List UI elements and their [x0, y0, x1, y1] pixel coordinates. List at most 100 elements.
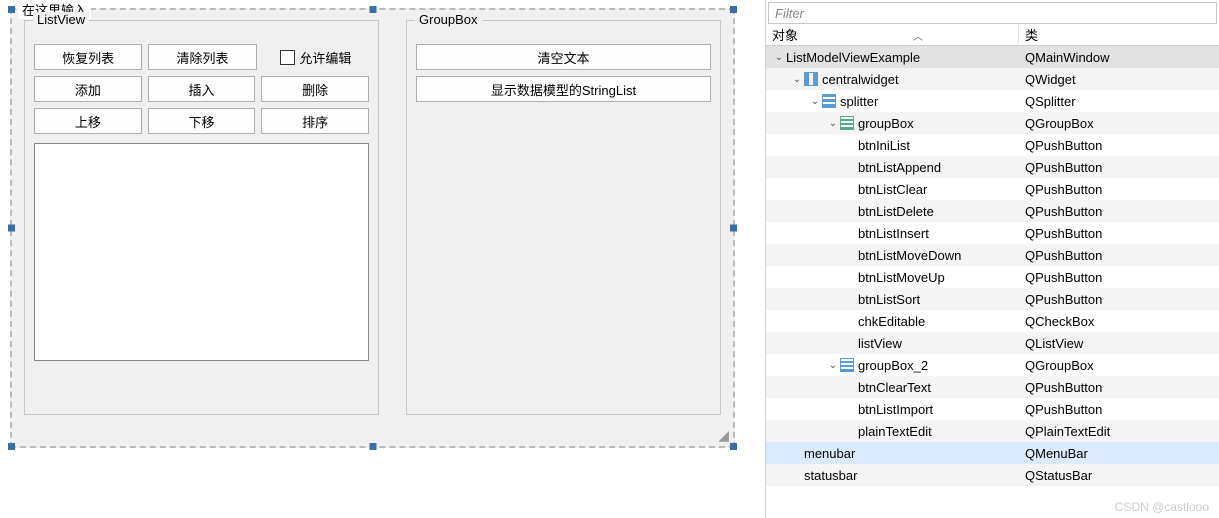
resize-handle[interactable]	[730, 6, 737, 13]
tree-header: 对象 ︿ 类	[766, 24, 1219, 46]
tree-row[interactable]: chkEditable QCheckBox	[766, 310, 1219, 332]
class-name: QPushButton	[1019, 380, 1219, 395]
tree-row[interactable]: btnListClear QPushButton	[766, 178, 1219, 200]
chk-editable-wrap[interactable]: 允许编辑	[263, 44, 369, 70]
expander-icon[interactable]: ⌄	[828, 360, 838, 371]
resize-handle[interactable]	[8, 443, 15, 450]
header-object[interactable]: 对象 ︿	[766, 25, 1019, 44]
class-name: QGroupBox	[1019, 358, 1219, 373]
object-name: statusbar	[804, 468, 857, 483]
tree-row[interactable]: btnListSort QPushButton	[766, 288, 1219, 310]
class-name: QPushButton	[1019, 402, 1219, 417]
grid-icon	[840, 116, 854, 130]
btn-restore-list[interactable]: 恢复列表	[34, 44, 142, 70]
object-name: plainTextEdit	[858, 424, 932, 439]
btn-delete[interactable]: 删除	[261, 76, 369, 102]
expander-icon[interactable]: ⌄	[774, 52, 784, 63]
object-name: btnListDelete	[858, 204, 934, 219]
chk-editable-label: 允许编辑	[299, 48, 351, 67]
object-name: ListModelViewExample	[786, 50, 920, 65]
class-name: QMenuBar	[1019, 446, 1219, 461]
class-name: QPushButton	[1019, 182, 1219, 197]
object-name: chkEditable	[858, 314, 925, 329]
checkbox-icon[interactable]	[280, 50, 295, 65]
class-name: QMainWindow	[1019, 50, 1219, 65]
groupbox-right-title: GroupBox	[415, 12, 482, 27]
tree-row[interactable]: btnListDelete QPushButton	[766, 200, 1219, 222]
object-name: listView	[858, 336, 902, 351]
groupbox-right[interactable]: GroupBox 清空文本 显示数据模型的StringList	[406, 20, 721, 415]
tree-row[interactable]: btnListInsert QPushButton	[766, 222, 1219, 244]
btn-move-down[interactable]: 下移	[148, 108, 256, 134]
object-name: btnListMoveUp	[858, 270, 945, 285]
btn-insert[interactable]: 插入	[148, 76, 256, 102]
tree-row[interactable]: ⌄ splitter QSplitter	[766, 90, 1219, 112]
tree-row[interactable]: listView QListView	[766, 332, 1219, 354]
object-tree[interactable]: ⌄ListModelViewExampleQMainWindow⌄central…	[766, 46, 1219, 518]
groupbox-listview[interactable]: ListView 恢复列表 清除列表 允许编辑 添加 插入 删除 上移 下移 排…	[24, 20, 379, 415]
header-class[interactable]: 类	[1019, 25, 1219, 44]
class-name: QPushButton	[1019, 226, 1219, 241]
tree-row[interactable]: ⌄ListModelViewExample QMainWindow	[766, 46, 1219, 68]
btn-clear-list[interactable]: 清除列表	[148, 44, 256, 70]
resize-handle[interactable]	[730, 225, 737, 232]
tree-row[interactable]: btnListMoveUpQPushButton	[766, 266, 1219, 288]
tree-row[interactable]: ⌄centralwidgetQWidget	[766, 68, 1219, 90]
lines-icon	[840, 358, 854, 372]
object-name: btnListAppend	[858, 160, 941, 175]
resize-handle[interactable]	[369, 443, 376, 450]
tree-row[interactable]: ⌄ groupBox_2 QGroupBox	[766, 354, 1219, 376]
class-name: QPushButton	[1019, 160, 1219, 175]
expander-icon[interactable]: ⌄	[810, 96, 820, 107]
btn-add[interactable]: 添加	[34, 76, 142, 102]
resize-handle[interactable]	[369, 6, 376, 13]
class-name: QPushButton	[1019, 204, 1219, 219]
expander-icon[interactable]: ⌄	[828, 118, 838, 129]
layout-icon	[804, 72, 818, 86]
object-name: groupBox_2	[858, 358, 928, 373]
object-name: btnListSort	[858, 292, 920, 307]
tree-row[interactable]: btnIniList QPushButton	[766, 134, 1219, 156]
tree-row[interactable]: ⌄groupBoxQGroupBox	[766, 112, 1219, 134]
object-name: btnListMoveDown	[858, 248, 961, 263]
tree-row[interactable]: statusbar QStatusBar	[766, 464, 1219, 486]
listview-widget[interactable]	[34, 143, 369, 361]
tree-row[interactable]: btnListAppend QPushButton	[766, 156, 1219, 178]
class-name: QWidget	[1019, 72, 1219, 87]
tree-row[interactable]: btnListMoveDownQPushButton	[766, 244, 1219, 266]
object-name: btnClearText	[858, 380, 931, 395]
class-name: QGroupBox	[1019, 116, 1219, 131]
resize-handle[interactable]	[730, 443, 737, 450]
btn-show-stringlist[interactable]: 显示数据模型的StringList	[416, 76, 711, 102]
btn-clear-text[interactable]: 清空文本	[416, 44, 711, 70]
class-name: QSplitter	[1019, 94, 1219, 109]
expander-icon[interactable]: ⌄	[792, 74, 802, 85]
class-name: QPlainTextEdit	[1019, 424, 1219, 439]
btn-move-up[interactable]: 上移	[34, 108, 142, 134]
object-name: btnIniList	[858, 138, 910, 153]
filter-input[interactable]: Filter	[768, 2, 1217, 24]
object-name: menubar	[804, 446, 855, 461]
class-name: QCheckBox	[1019, 314, 1219, 329]
resize-handle[interactable]	[8, 6, 15, 13]
object-name: btnListImport	[858, 402, 933, 417]
object-inspector-pane: Filter 对象 ︿ 类 ⌄ListModelViewExampleQMain…	[765, 0, 1219, 518]
class-name: QPushButton	[1019, 292, 1219, 307]
object-name: btnListInsert	[858, 226, 929, 241]
tree-row[interactable]: btnClearText QPushButton	[766, 376, 1219, 398]
class-name: QStatusBar	[1019, 468, 1219, 483]
resize-handle[interactable]	[8, 225, 15, 232]
tree-row[interactable]: plainTextEdit QPlainTextEdit	[766, 420, 1219, 442]
object-name: btnListClear	[858, 182, 927, 197]
form-designer-pane: 在这里输入 ListView 恢复列表 清除列表 允许编辑 添加 插入 删除	[0, 0, 765, 518]
class-name: QPushButton	[1019, 138, 1219, 153]
size-grip-icon[interactable]: ◢	[715, 428, 729, 442]
tree-row[interactable]: menubar QMenuBar	[766, 442, 1219, 464]
split-icon	[822, 94, 836, 108]
tree-row[interactable]: btnListImport QPushButton	[766, 398, 1219, 420]
form-canvas[interactable]: 在这里输入 ListView 恢复列表 清除列表 允许编辑 添加 插入 删除	[10, 8, 735, 448]
groupbox-listview-title: ListView	[33, 12, 89, 27]
btn-sort[interactable]: 排序	[261, 108, 369, 134]
class-name: QListView	[1019, 336, 1219, 351]
object-name: splitter	[840, 94, 878, 109]
